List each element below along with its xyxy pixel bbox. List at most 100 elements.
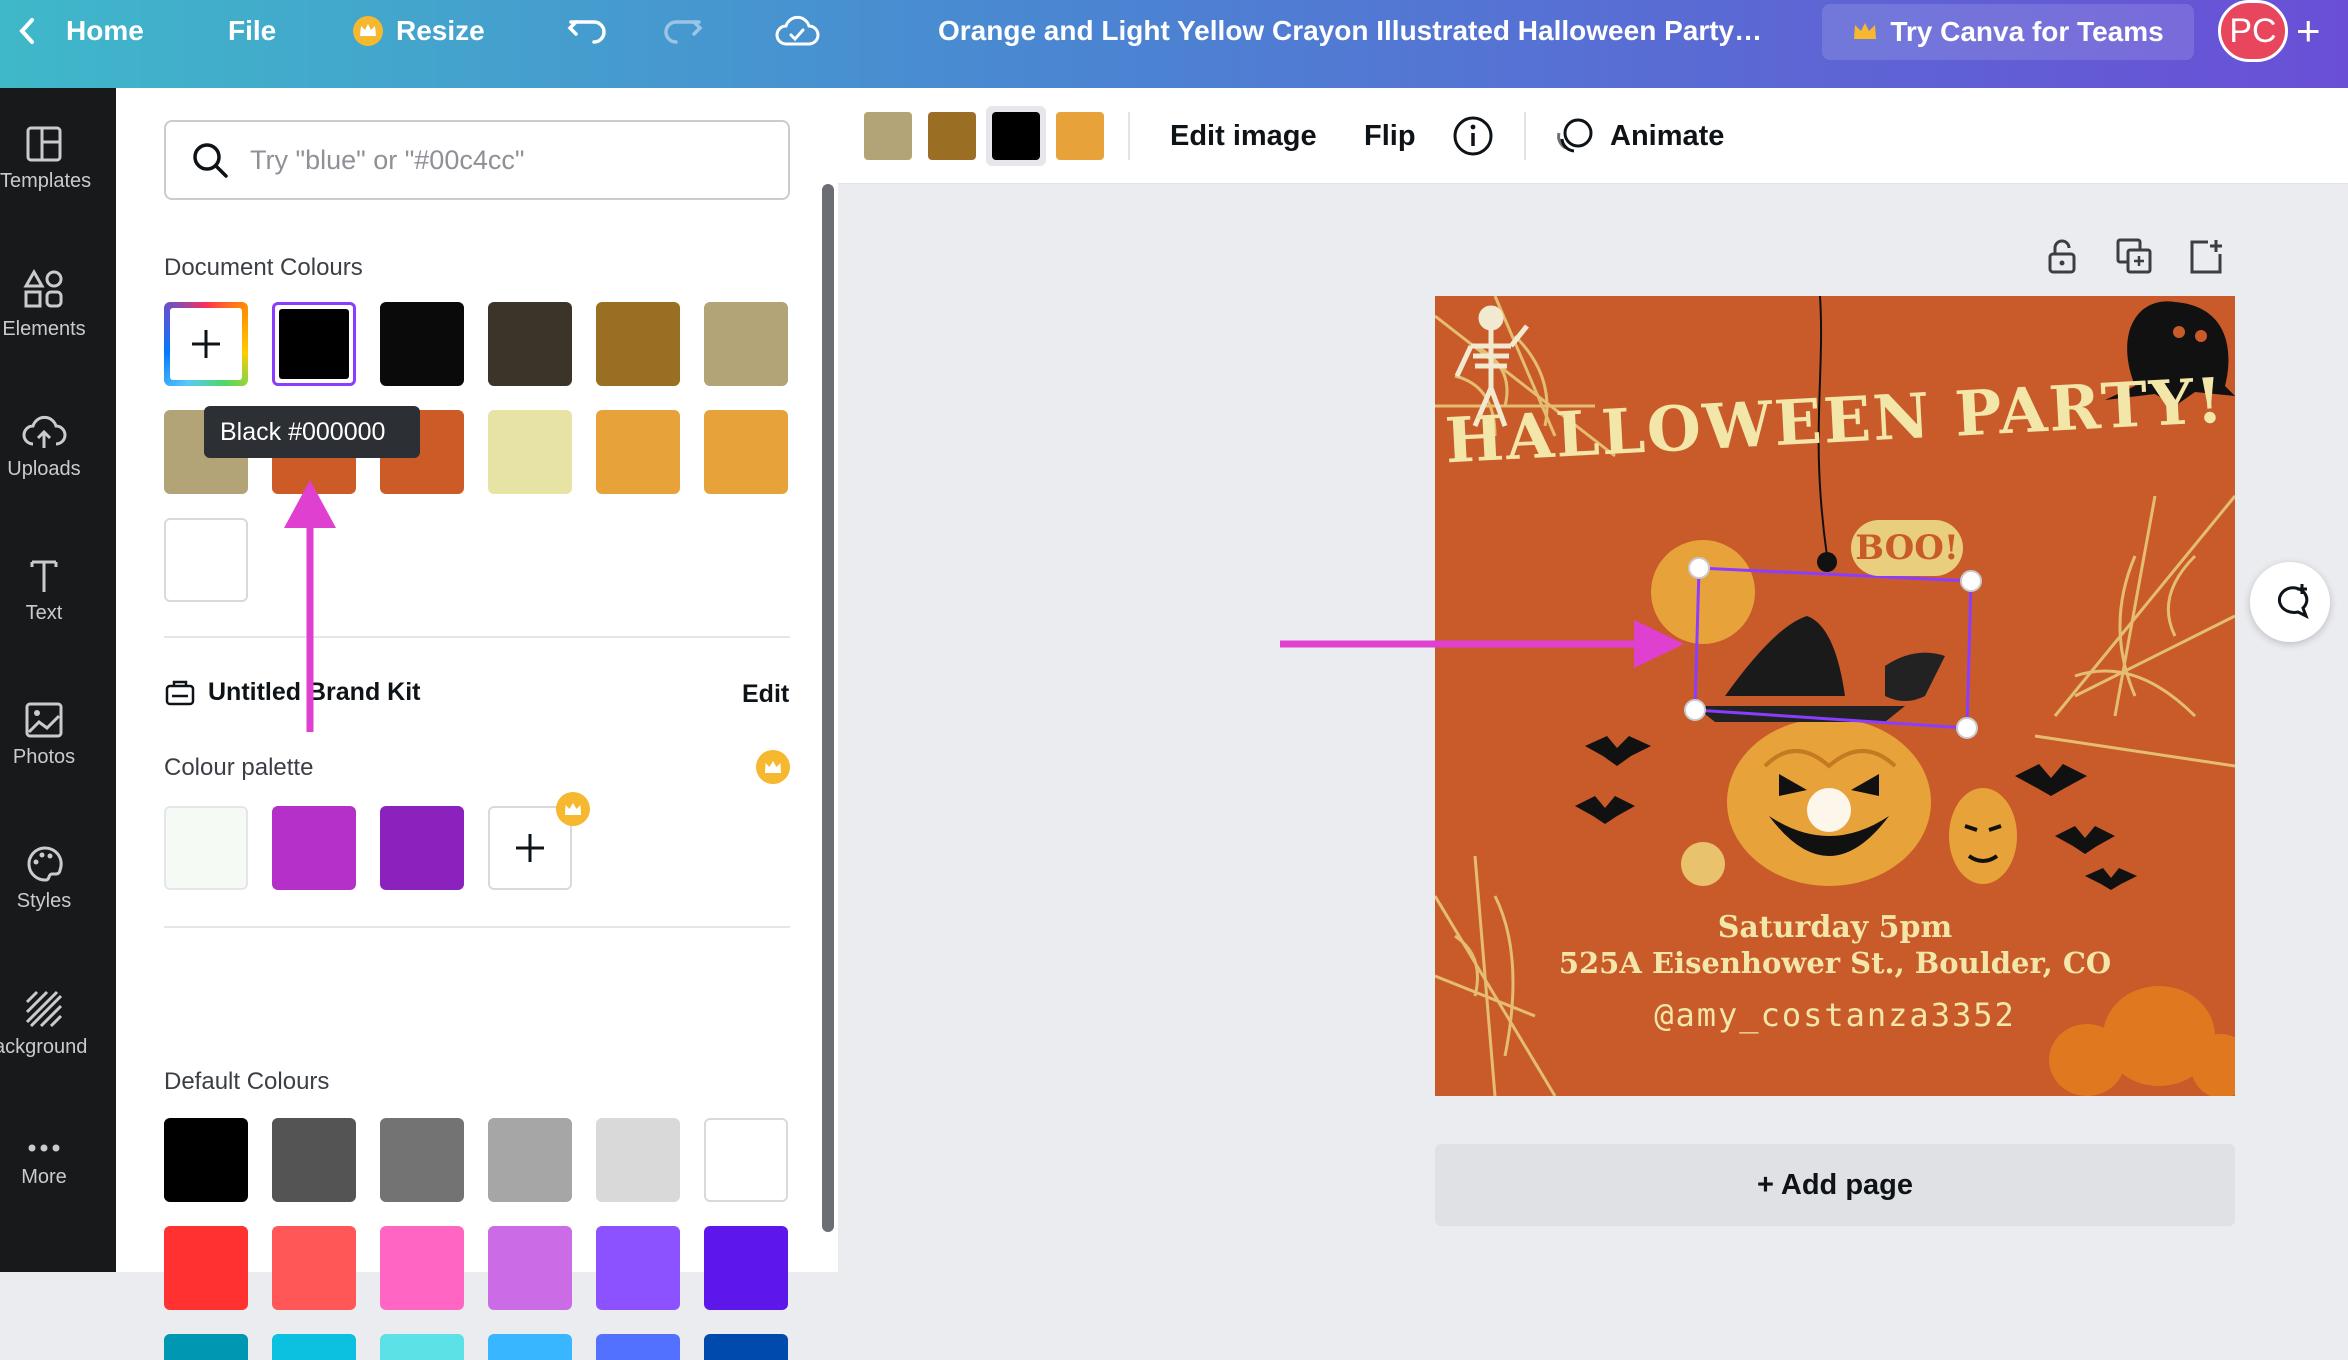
- home-label: Home: [66, 15, 144, 46]
- image-colour-swatch[interactable]: [864, 112, 912, 160]
- design-page[interactable]: HALLOWEEN PARTY! BOO! Saturday 5pm 525A …: [1435, 296, 2235, 1096]
- document-colour-swatch[interactable]: [380, 302, 464, 386]
- default-colour-swatch[interactable]: [488, 1226, 572, 1310]
- colour-search-field[interactable]: [164, 120, 790, 200]
- file-menu[interactable]: File: [228, 0, 276, 62]
- default-colour-swatch[interactable]: [596, 1226, 680, 1310]
- rail-label: Background: [0, 1036, 88, 1058]
- default-colour-swatch[interactable]: [380, 1118, 464, 1202]
- add-colour-swatch[interactable]: [164, 302, 248, 386]
- default-colour-swatch[interactable]: [488, 1118, 572, 1202]
- templates-icon: [26, 126, 62, 162]
- image-colour-swatch[interactable]: [1056, 112, 1104, 160]
- design-address-line[interactable]: 525A Eisenhower St., Boulder, CO: [1435, 946, 2235, 980]
- lock-icon[interactable]: [2042, 236, 2082, 276]
- document-colour-swatch[interactable]: [704, 410, 788, 494]
- rail-item-templates[interactable]: Templates: [0, 124, 91, 193]
- animate-label: Animate: [1610, 119, 1725, 152]
- cloud-save-button[interactable]: [774, 0, 820, 62]
- rail-label: Uploads: [7, 458, 81, 480]
- rail-item-background[interactable]: Background: [0, 988, 88, 1059]
- rail-item-text[interactable]: Text: [0, 556, 88, 625]
- default-colour-swatch[interactable]: [272, 1118, 356, 1202]
- default-colour-swatch[interactable]: [704, 1334, 788, 1360]
- colour-panel: Document Colours Black #000000 Untitled …: [116, 88, 838, 1360]
- colour-search-input[interactable]: [248, 143, 768, 177]
- plus-icon: [170, 308, 242, 380]
- resize-label: Resize: [396, 15, 485, 46]
- pumpkin-icon: [2049, 1024, 2125, 1096]
- rail-item-styles[interactable]: Styles: [0, 844, 88, 913]
- home-button[interactable]: Home: [14, 0, 144, 62]
- resize-button[interactable]: Resize: [352, 0, 485, 62]
- image-colour-swatch[interactable]: [928, 112, 976, 160]
- toolbar-divider: [1128, 112, 1130, 160]
- edit-brand-kit-link[interactable]: Edit: [742, 680, 789, 709]
- flip-button[interactable]: Flip: [1364, 88, 1416, 184]
- rail-item-uploads[interactable]: Uploads: [0, 412, 88, 481]
- annotation-arrow-right: [1280, 620, 1684, 668]
- default-colour-swatch[interactable]: [704, 1226, 788, 1310]
- avatar[interactable]: PC: [2218, 0, 2288, 62]
- animate-icon: [1557, 118, 1593, 153]
- bat-icon: [1585, 736, 1651, 766]
- elements-icon: [23, 268, 63, 308]
- bat-icon: [1575, 796, 1635, 824]
- info-icon: [1453, 116, 1493, 156]
- brand-kit-icon: [165, 680, 195, 706]
- default-colour-swatch[interactable]: [164, 1334, 248, 1360]
- default-colour-swatch[interactable]: [380, 1334, 464, 1360]
- default-colour-swatch[interactable]: [272, 1334, 356, 1360]
- image-colour-swatch[interactable]: [992, 112, 1040, 160]
- photos-icon: [25, 702, 63, 738]
- styles-icon: [27, 846, 63, 882]
- rail-item-more[interactable]: More: [0, 1136, 88, 1189]
- redo-icon: [664, 20, 703, 44]
- default-colour-swatch[interactable]: [164, 1226, 248, 1310]
- text-icon: [30, 560, 58, 592]
- document-colour-swatch[interactable]: [596, 302, 680, 386]
- add-page-icon[interactable]: [2186, 236, 2226, 276]
- edit-image-button[interactable]: Edit image: [1170, 88, 1317, 184]
- palette-colour-swatch[interactable]: [380, 806, 464, 890]
- default-colour-swatch[interactable]: [272, 1226, 356, 1310]
- try-canva-teams-button[interactable]: Try Canva for Teams: [1822, 4, 2194, 60]
- default-colour-swatch[interactable]: [596, 1118, 680, 1202]
- document-title[interactable]: Orange and Light Yellow Crayon Illustrat…: [938, 0, 1762, 62]
- document-colours-heading: Document Colours: [164, 254, 363, 281]
- add-page-button[interactable]: + Add page: [1435, 1144, 2235, 1226]
- document-colour-swatch[interactable]: [596, 410, 680, 494]
- divider: [164, 636, 790, 638]
- palette-colour-swatch[interactable]: [272, 806, 356, 890]
- bat-icon: [2015, 764, 2087, 796]
- document-colour-swatch[interactable]: [488, 410, 572, 494]
- duplicate-page-icon[interactable]: [2114, 236, 2154, 276]
- undo-button[interactable]: [566, 0, 610, 62]
- document-colour-swatch[interactable]: [488, 302, 572, 386]
- design-date-line[interactable]: Saturday 5pm: [1435, 910, 2235, 945]
- boo-speech-bubble[interactable]: BOO!: [1851, 520, 1963, 576]
- rotate-handle-icon: [1807, 788, 1851, 832]
- background-icon: [25, 990, 63, 1028]
- rail-label: Elements: [2, 318, 86, 340]
- default-colour-swatch[interactable]: [164, 1118, 248, 1202]
- redo-button[interactable]: [660, 0, 704, 62]
- comment-button[interactable]: [2250, 562, 2330, 642]
- annotation-arrow-up: [284, 480, 336, 732]
- document-colour-swatch[interactable]: [272, 302, 356, 386]
- panel-scrollbar[interactable]: [822, 184, 834, 1232]
- document-colour-swatch[interactable]: [164, 518, 248, 602]
- default-colour-swatch[interactable]: [596, 1334, 680, 1360]
- info-button[interactable]: [1452, 88, 1494, 184]
- default-colour-swatch[interactable]: [488, 1334, 572, 1360]
- rail-item-elements[interactable]: Elements: [0, 268, 88, 341]
- rail-item-photos[interactable]: Photos: [0, 700, 88, 769]
- default-colour-swatch[interactable]: [704, 1118, 788, 1202]
- design-handle[interactable]: @amy_costanza3352: [1435, 996, 2235, 1034]
- default-colour-swatch[interactable]: [380, 1226, 464, 1310]
- document-colour-swatch[interactable]: [704, 302, 788, 386]
- animate-button[interactable]: Animate: [1554, 88, 1724, 184]
- add-collaborator-button[interactable]: +: [2296, 0, 2321, 62]
- palette-colour-swatch[interactable]: [164, 806, 248, 890]
- crown-icon: [556, 792, 590, 826]
